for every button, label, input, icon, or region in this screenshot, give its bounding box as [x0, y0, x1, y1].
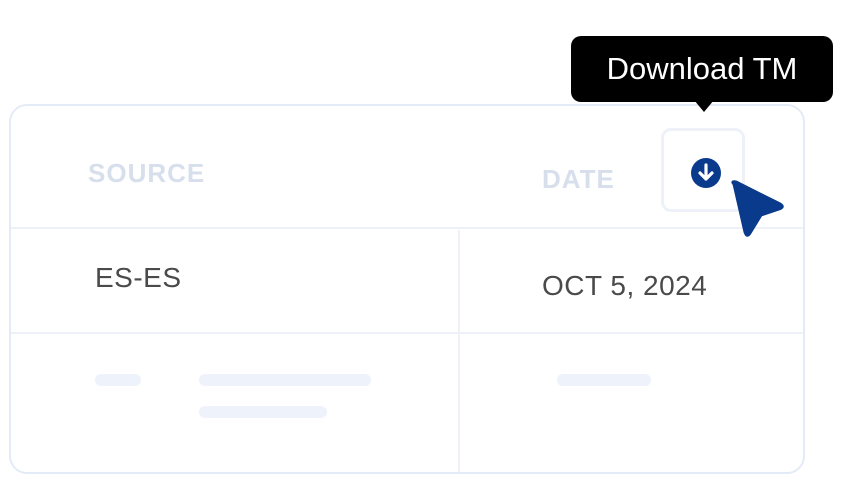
skeleton-placeholder: [199, 406, 327, 418]
pointer-cursor-icon: [731, 180, 784, 237]
column-divider: [458, 230, 460, 472]
stage: SOURCE DATE ES-ES OCT 5, 2024 Download T…: [0, 0, 848, 498]
download-tm-tooltip: Download TM: [571, 36, 833, 102]
skeleton-placeholder: [199, 374, 371, 386]
skeleton-placeholder: [95, 374, 141, 386]
arrow-down-circle-icon: [691, 158, 721, 188]
cell-date: OCT 5, 2024: [542, 270, 708, 301]
column-header-date: DATE: [542, 164, 615, 194]
translation-memory-table: SOURCE DATE ES-ES OCT 5, 2024: [9, 104, 805, 474]
header-divider: [11, 227, 803, 229]
skeleton-placeholder: [557, 374, 651, 386]
cell-source: ES-ES: [95, 262, 182, 293]
row-divider: [11, 332, 803, 334]
tooltip-arrow: [694, 100, 714, 112]
column-header-source: SOURCE: [88, 158, 206, 188]
